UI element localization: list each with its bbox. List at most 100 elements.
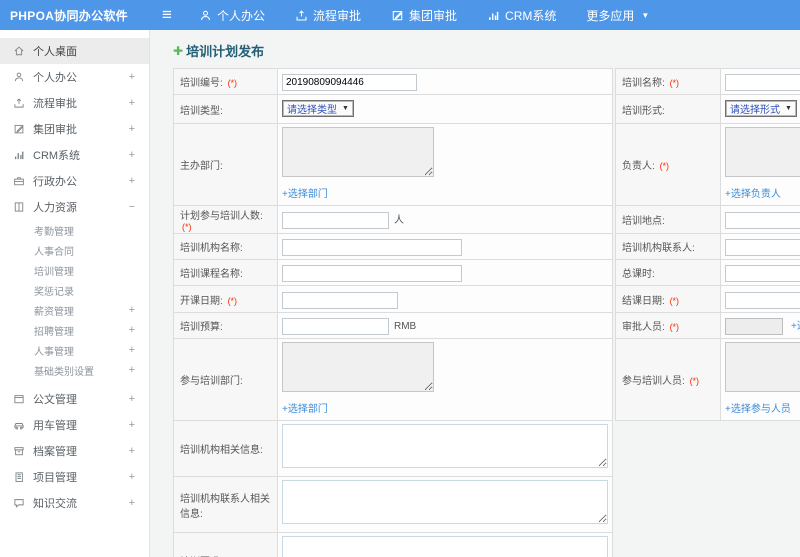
- expand-plus-icon[interactable]: +: [129, 445, 135, 457]
- menu-personal-office[interactable]: 个人办公: [184, 0, 280, 30]
- sidebar-item-label: 个人桌面: [33, 46, 77, 58]
- menu-more-apps[interactable]: 更多应用 ▼: [571, 0, 664, 30]
- content-area: ✚ 培训计划发布 培训编号: (*) 培训类型: 请选择类型 ▼: [150, 30, 800, 557]
- leader-textarea[interactable]: [725, 127, 800, 177]
- host-dept-textarea[interactable]: [282, 127, 434, 177]
- planned-count-input[interactable]: [282, 212, 389, 229]
- sidebar-sub-recruit[interactable]: 招聘管理 +: [0, 320, 149, 340]
- training-type-select[interactable]: 请选择类型 ▼: [282, 100, 354, 117]
- caret-down-icon: ▼: [641, 10, 650, 20]
- menu-flow-approve[interactable]: 流程审批: [280, 0, 376, 30]
- topbar-menu: 个人办公 流程审批 集团审批 CRM系统 更多应用 ▼: [184, 0, 664, 30]
- hamburger-menu-icon[interactable]: ≡: [150, 5, 184, 25]
- label-training-type: 培训类型:: [180, 105, 223, 117]
- org-contact-info-textarea[interactable]: [282, 480, 608, 524]
- sidebar-sub-attendance[interactable]: 考勤管理: [0, 220, 149, 240]
- budget-unit: RMB: [394, 321, 417, 332]
- car-icon: [14, 423, 24, 430]
- required-mark: (*): [659, 161, 670, 171]
- org-contact-input[interactable]: [725, 239, 800, 256]
- sidebar-item-group-approve[interactable]: 集团审批 +: [0, 116, 149, 142]
- expand-plus-icon[interactable]: +: [129, 304, 135, 316]
- sidebar-item-admin-office[interactable]: 行政办公 +: [0, 168, 149, 194]
- course-name-input[interactable]: [282, 265, 462, 282]
- org-name-input[interactable]: [282, 239, 462, 256]
- sidebar-item-crm[interactable]: CRM系统 +: [0, 142, 149, 168]
- sidebar-item-label: 流程审批: [33, 98, 77, 110]
- label-join-people: 参与培训人员:: [622, 376, 685, 387]
- sidebar-sub-reward[interactable]: 奖惩记录: [0, 280, 149, 300]
- required-mark: (*): [669, 78, 680, 88]
- sidebar-item-official-doc[interactable]: 公文管理 +: [0, 386, 149, 412]
- expand-plus-icon[interactable]: +: [129, 123, 135, 135]
- sidebar-sub-training[interactable]: 培训管理: [0, 260, 149, 280]
- label-training-no: 培训编号:: [180, 78, 223, 89]
- sidebar-item-label: 个人办公: [33, 72, 77, 84]
- collapse-minus-icon[interactable]: −: [129, 201, 135, 213]
- start-date-input[interactable]: [282, 291, 398, 309]
- caret-down-icon: ▼: [342, 105, 349, 112]
- expand-plus-icon[interactable]: +: [129, 419, 135, 431]
- expand-plus-icon[interactable]: +: [129, 175, 135, 187]
- training-name-input[interactable]: [725, 74, 800, 91]
- sidebar-sub-label: 基础类别设置: [34, 366, 94, 378]
- expand-plus-icon[interactable]: +: [129, 393, 135, 405]
- select-dept-link[interactable]: +选择部门: [282, 189, 328, 200]
- add-icon: ✚: [173, 43, 184, 58]
- label-host-dept: 主办部门:: [180, 161, 223, 172]
- join-people-textarea[interactable]: [725, 342, 800, 392]
- crm-chart-icon: [489, 11, 499, 20]
- menu-crm[interactable]: CRM系统: [472, 0, 571, 30]
- required-mark: (*): [227, 295, 238, 306]
- expand-plus-icon[interactable]: +: [129, 497, 135, 509]
- select-join-dept-link[interactable]: +选择部门: [282, 404, 328, 415]
- sidebar-sub-salary[interactable]: 薪资管理 +: [0, 300, 149, 320]
- training-form-select[interactable]: 请选择形式 ▼: [725, 100, 797, 117]
- place-input[interactable]: [725, 212, 800, 229]
- sidebar-item-hr[interactable]: 人力资源 −: [0, 194, 149, 220]
- sidebar-item-knowledge[interactable]: 知识交流 +: [0, 490, 149, 516]
- label-training-form: 培训形式:: [622, 105, 665, 117]
- requirements-textarea[interactable]: [282, 536, 608, 557]
- end-date-input[interactable]: [725, 291, 800, 309]
- label-org-info: 培训机构相关信息:: [180, 445, 263, 456]
- org-info-textarea[interactable]: [282, 424, 608, 468]
- select-approver-link[interactable]: +选择审批人员: [791, 321, 800, 332]
- selected-option: 请选择形式: [730, 105, 780, 116]
- sidebar-sub-personnel[interactable]: 人事管理 +: [0, 340, 149, 360]
- expand-plus-icon[interactable]: +: [129, 97, 135, 109]
- app-logo: PHPOA协同办公软件: [10, 8, 128, 23]
- menu-label: CRM系统: [505, 8, 557, 23]
- expand-plus-icon[interactable]: +: [129, 344, 135, 356]
- total-hours-input[interactable]: [725, 265, 800, 282]
- sidebar-item-vehicle[interactable]: 用车管理 +: [0, 412, 149, 438]
- join-dept-textarea[interactable]: [282, 342, 434, 392]
- menu-label: 集团审批: [409, 8, 458, 23]
- training-no-input[interactable]: [282, 74, 417, 91]
- expand-plus-icon[interactable]: +: [129, 471, 135, 483]
- sidebar-sub-hr-contract[interactable]: 人事合同: [0, 240, 149, 260]
- user-icon: [14, 72, 24, 82]
- expand-plus-icon[interactable]: +: [129, 71, 135, 83]
- approver-input[interactable]: [725, 318, 783, 335]
- select-join-people-link[interactable]: +选择参与人员: [725, 404, 791, 415]
- flow-approve-icon: [14, 98, 24, 108]
- label-start-date: 开课日期:: [180, 295, 223, 307]
- sidebar-item-flow-approve[interactable]: 流程审批 +: [0, 90, 149, 116]
- sidebar-item-personal-office[interactable]: 个人办公 +: [0, 64, 149, 90]
- menu-group-approve[interactable]: 集团审批: [376, 0, 472, 30]
- sidebar-item-label: 用车管理: [33, 420, 77, 432]
- expand-plus-icon[interactable]: +: [129, 324, 135, 336]
- sidebar-sub-label: 人事合同: [34, 246, 74, 258]
- expand-plus-icon[interactable]: +: [129, 149, 135, 161]
- select-leader-link[interactable]: +选择负责人: [725, 189, 781, 200]
- home-icon: [14, 46, 24, 56]
- sidebar-item-desktop[interactable]: 个人桌面: [0, 38, 149, 64]
- sidebar-sub-base-category[interactable]: 基础类别设置 +: [0, 360, 149, 380]
- label-place: 培训地点:: [622, 216, 665, 227]
- expand-plus-icon[interactable]: +: [129, 364, 135, 376]
- sidebar-item-project[interactable]: 项目管理 +: [0, 464, 149, 490]
- sidebar-item-archive[interactable]: 档案管理 +: [0, 438, 149, 464]
- budget-input[interactable]: [282, 318, 389, 335]
- required-mark: (*): [182, 221, 192, 232]
